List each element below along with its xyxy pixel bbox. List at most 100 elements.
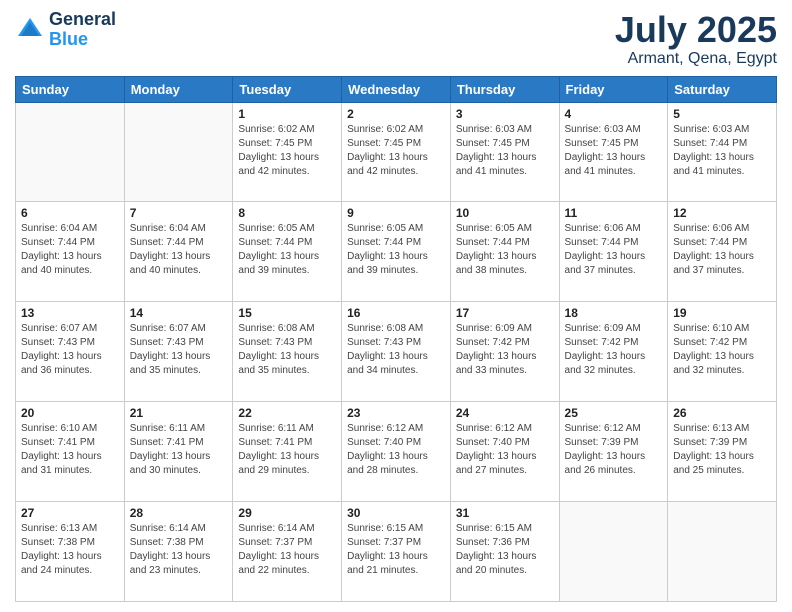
calendar-cell: 13 Sunrise: 6:07 AMSunset: 7:43 PMDayligh…	[16, 302, 125, 402]
calendar-cell: 18Sunrise: 6:09 AMSunset: 7:42 PMDayligh…	[559, 302, 668, 402]
calendar-cell: 10Sunrise: 6:05 AMSunset: 7:44 PMDayligh…	[450, 202, 559, 302]
day-info: Sunrise: 6:13 AMSunset: 7:38 PMDaylight:…	[21, 522, 119, 578]
calendar-cell: 19Sunrise: 6:10 AMSunset: 7:42 PMDayligh…	[668, 302, 777, 402]
calendar-cell: 25 Sunrise: 6:12 AMSunset: 7:39 PMDayligh…	[559, 402, 668, 502]
col-wednesday: Wednesday	[342, 76, 451, 102]
calendar-cell: 1 Sunrise: 6:02 AMSunset: 7:45 PMDaylight…	[233, 102, 342, 202]
day-number: 31	[456, 506, 554, 520]
col-saturday: Saturday	[668, 76, 777, 102]
day-number: 30	[347, 506, 445, 520]
day-info: Sunrise: 6:04 AMSunset: 7:44 PMDaylight:…	[130, 222, 228, 278]
day-info: Sunrise: 6:15 AMSunset: 7:36 PMDaylight:…	[456, 522, 554, 578]
calendar-cell: 8 Sunrise: 6:05 AMSunset: 7:44 PMDaylight…	[233, 202, 342, 302]
day-info: Sunrise: 6:05 AMSunset: 7:44 PMDaylight:…	[238, 222, 336, 278]
day-number: 16	[347, 306, 445, 320]
day-number: 29	[238, 506, 336, 520]
calendar-week-2: 6 Sunrise: 6:04 AMSunset: 7:44 PMDaylight…	[16, 202, 777, 302]
day-info: Sunrise: 6:03 AMSunset: 7:45 PMDaylight:…	[565, 123, 663, 179]
calendar-cell: 29 Sunrise: 6:14 AMSunset: 7:37 PMDayligh…	[233, 502, 342, 602]
day-info: Sunrise: 6:14 AMSunset: 7:38 PMDaylight:…	[130, 522, 228, 578]
day-number: 15	[238, 306, 336, 320]
day-number: 21	[130, 406, 228, 420]
day-info: Sunrise: 6:10 AMSunset: 7:42 PMDaylight:…	[673, 322, 771, 378]
calendar-cell: 6 Sunrise: 6:04 AMSunset: 7:44 PMDaylight…	[16, 202, 125, 302]
day-info: Sunrise: 6:03 AMSunset: 7:45 PMDaylight:…	[456, 123, 554, 179]
day-number: 12	[673, 206, 771, 220]
day-info: Sunrise: 6:12 AMSunset: 7:39 PMDaylight:…	[565, 422, 663, 478]
calendar-cell: 9 Sunrise: 6:05 AMSunset: 7:44 PMDaylight…	[342, 202, 451, 302]
calendar-table: Sunday Monday Tuesday Wednesday Thursday…	[15, 76, 777, 602]
calendar-cell: 20 Sunrise: 6:10 AMSunset: 7:41 PMDayligh…	[16, 402, 125, 502]
calendar-cell: 31 Sunrise: 6:15 AMSunset: 7:36 PMDayligh…	[450, 502, 559, 602]
calendar-cell: 14 Sunrise: 6:07 AMSunset: 7:43 PMDayligh…	[124, 302, 233, 402]
calendar-cell: 24 Sunrise: 6:12 AMSunset: 7:40 PMDayligh…	[450, 402, 559, 502]
col-tuesday: Tuesday	[233, 76, 342, 102]
day-info: Sunrise: 6:11 AMSunset: 7:41 PMDaylight:…	[238, 422, 336, 478]
month-title: July 2025	[615, 10, 777, 50]
calendar-cell: 7 Sunrise: 6:04 AMSunset: 7:44 PMDaylight…	[124, 202, 233, 302]
day-info: Sunrise: 6:07 AMSunset: 7:43 PMDaylight:…	[21, 322, 119, 378]
day-number: 13	[21, 306, 119, 320]
calendar-cell: 27 Sunrise: 6:13 AMSunset: 7:38 PMDayligh…	[16, 502, 125, 602]
day-info: Sunrise: 6:05 AMSunset: 7:44 PMDaylight:…	[456, 222, 554, 278]
day-number: 26	[673, 406, 771, 420]
day-info: Sunrise: 6:12 AMSunset: 7:40 PMDaylight:…	[347, 422, 445, 478]
day-number: 28	[130, 506, 228, 520]
calendar-week-3: 13 Sunrise: 6:07 AMSunset: 7:43 PMDayligh…	[16, 302, 777, 402]
day-info: Sunrise: 6:02 AMSunset: 7:45 PMDaylight:…	[347, 123, 445, 179]
day-number: 17	[456, 306, 554, 320]
calendar-week-5: 27 Sunrise: 6:13 AMSunset: 7:38 PMDayligh…	[16, 502, 777, 602]
calendar-cell	[559, 502, 668, 602]
day-info: Sunrise: 6:10 AMSunset: 7:41 PMDaylight:…	[21, 422, 119, 478]
day-info: Sunrise: 6:06 AMSunset: 7:44 PMDaylight:…	[673, 222, 771, 278]
day-number: 1	[238, 107, 336, 121]
col-thursday: Thursday	[450, 76, 559, 102]
logo: General Blue	[15, 10, 116, 50]
day-info: Sunrise: 6:02 AMSunset: 7:45 PMDaylight:…	[238, 123, 336, 179]
calendar-cell: 15 Sunrise: 6:08 AMSunset: 7:43 PMDayligh…	[233, 302, 342, 402]
calendar-cell: 30 Sunrise: 6:15 AMSunset: 7:37 PMDayligh…	[342, 502, 451, 602]
calendar-cell: 22 Sunrise: 6:11 AMSunset: 7:41 PMDayligh…	[233, 402, 342, 502]
calendar-cell	[668, 502, 777, 602]
page: General Blue July 2025 Armant, Qena, Egy…	[0, 0, 792, 612]
day-info: Sunrise: 6:08 AMSunset: 7:43 PMDaylight:…	[238, 322, 336, 378]
day-number: 14	[130, 306, 228, 320]
day-info: Sunrise: 6:05 AMSunset: 7:44 PMDaylight:…	[347, 222, 445, 278]
day-number: 18	[565, 306, 663, 320]
day-number: 5	[673, 107, 771, 121]
logo-icon	[15, 15, 45, 45]
calendar-cell: 28 Sunrise: 6:14 AMSunset: 7:38 PMDayligh…	[124, 502, 233, 602]
day-number: 25	[565, 406, 663, 420]
calendar-cell: 3 Sunrise: 6:03 AMSunset: 7:45 PMDaylight…	[450, 102, 559, 202]
day-info: Sunrise: 6:12 AMSunset: 7:40 PMDaylight:…	[456, 422, 554, 478]
day-info: Sunrise: 6:15 AMSunset: 7:37 PMDaylight:…	[347, 522, 445, 578]
day-number: 7	[130, 206, 228, 220]
calendar-cell: 12 Sunrise: 6:06 AMSunset: 7:44 PMDayligh…	[668, 202, 777, 302]
calendar-cell	[124, 102, 233, 202]
location: Armant, Qena, Egypt	[615, 50, 777, 68]
day-number: 8	[238, 206, 336, 220]
day-number: 9	[347, 206, 445, 220]
title-block: July 2025 Armant, Qena, Egypt	[615, 10, 777, 68]
day-info: Sunrise: 6:04 AMSunset: 7:44 PMDaylight:…	[21, 222, 119, 278]
day-number: 6	[21, 206, 119, 220]
calendar-cell: 16 Sunrise: 6:08 AMSunset: 7:43 PMDayligh…	[342, 302, 451, 402]
day-number: 22	[238, 406, 336, 420]
day-info: Sunrise: 6:07 AMSunset: 7:43 PMDaylight:…	[130, 322, 228, 378]
calendar-cell: 4Sunrise: 6:03 AMSunset: 7:45 PMDaylight…	[559, 102, 668, 202]
calendar-week-4: 20 Sunrise: 6:10 AMSunset: 7:41 PMDayligh…	[16, 402, 777, 502]
day-info: Sunrise: 6:14 AMSunset: 7:37 PMDaylight:…	[238, 522, 336, 578]
day-number: 20	[21, 406, 119, 420]
day-info: Sunrise: 6:13 AMSunset: 7:39 PMDaylight:…	[673, 422, 771, 478]
calendar-cell: 2Sunrise: 6:02 AMSunset: 7:45 PMDaylight…	[342, 102, 451, 202]
day-number: 24	[456, 406, 554, 420]
day-number: 23	[347, 406, 445, 420]
day-number: 3	[456, 107, 554, 121]
day-info: Sunrise: 6:03 AMSunset: 7:44 PMDaylight:…	[673, 123, 771, 179]
calendar-cell: 17Sunrise: 6:09 AMSunset: 7:42 PMDayligh…	[450, 302, 559, 402]
col-monday: Monday	[124, 76, 233, 102]
day-info: Sunrise: 6:08 AMSunset: 7:43 PMDaylight:…	[347, 322, 445, 378]
calendar-cell	[16, 102, 125, 202]
logo-text: General Blue	[49, 10, 116, 50]
day-number: 27	[21, 506, 119, 520]
